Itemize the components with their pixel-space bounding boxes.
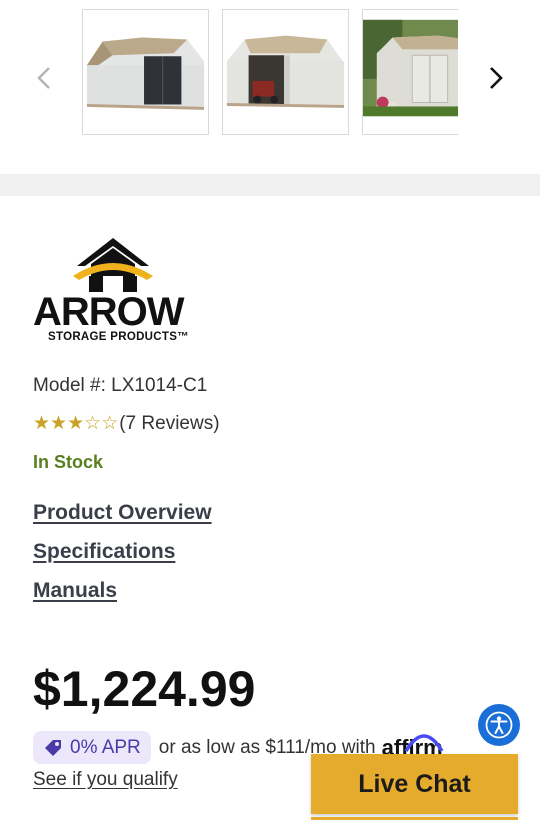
apr-label: 0% APR — [70, 736, 141, 758]
arrow-house-icon — [73, 238, 153, 292]
live-chat-button[interactable]: Live Chat — [311, 754, 518, 814]
carousel-prev-button[interactable] — [26, 58, 62, 98]
model-number: Model #: LX1014-C1 — [33, 375, 208, 396]
product-section-links: Product Overview Specifications Manuals — [33, 500, 212, 617]
stock-status: In Stock — [33, 452, 104, 472]
star-rating: ★ ★ ★ ☆ ☆ — [33, 413, 118, 435]
affirm-arc-icon — [404, 733, 444, 752]
product-overview-link[interactable]: Product Overview — [33, 500, 212, 526]
shed-open-image — [223, 10, 348, 134]
specifications-link[interactable]: Specifications — [33, 539, 212, 565]
arrow-brand-logo[interactable]: ARROW STORAGE PRODUCTS™ — [33, 236, 195, 346]
apr-badge[interactable]: 0% APR — [33, 731, 151, 764]
reviews-link[interactable]: (7 Reviews) — [119, 413, 219, 435]
carousel-thumbnail-2[interactable] — [222, 9, 349, 135]
star-empty-icon: ☆ — [101, 413, 119, 434]
star-full-icon: ★ — [50, 413, 68, 434]
brand-name: ARROW — [33, 290, 185, 334]
manuals-link[interactable]: Manuals — [33, 578, 212, 604]
star-full-icon: ★ — [33, 413, 51, 434]
live-chat-underline — [311, 817, 518, 820]
product-price: $1,224.99 — [33, 661, 256, 717]
chevron-right-icon — [490, 67, 503, 89]
brand-subtitle: STORAGE PRODUCTS™ — [48, 331, 189, 343]
chevron-left-icon — [37, 67, 50, 89]
rating-row: ★ ★ ★ ☆ ☆ (7 Reviews) — [33, 413, 220, 435]
shed-garden-image — [363, 10, 458, 134]
star-half-icon: ★ — [67, 413, 85, 434]
shed-closed-image — [83, 10, 208, 134]
star-empty-icon: ☆ — [84, 413, 102, 434]
accessibility-icon — [485, 711, 513, 739]
see-if-you-qualify-link[interactable]: See if you qualify — [33, 769, 178, 791]
carousel-next-button[interactable] — [478, 58, 514, 98]
carousel-thumbnail-1[interactable] — [82, 9, 209, 135]
carousel-thumbnails — [82, 9, 458, 135]
accessibility-button[interactable] — [478, 704, 520, 746]
image-carousel — [0, 0, 540, 174]
carousel-thumbnail-3[interactable] — [362, 9, 458, 135]
section-divider — [0, 174, 540, 196]
tag-icon — [45, 739, 61, 756]
